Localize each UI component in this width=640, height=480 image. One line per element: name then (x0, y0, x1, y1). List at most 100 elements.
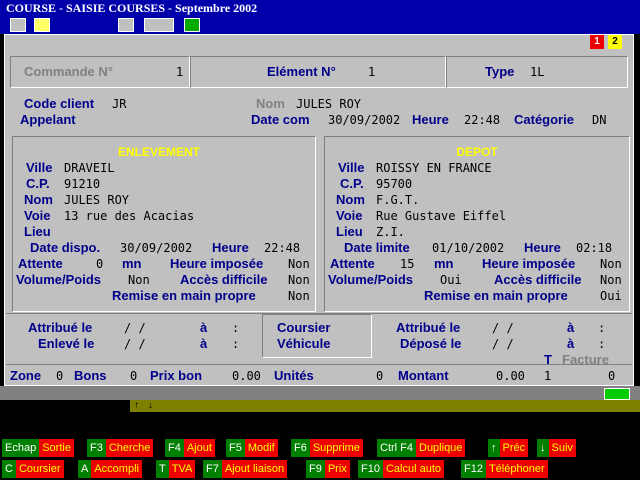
enl-acces-value[interactable]: Non (288, 273, 310, 287)
fkey-préc[interactable]: ↑ Préc (488, 439, 529, 457)
fkey-coursier[interactable]: C Coursier (2, 460, 64, 478)
code-client-value[interactable]: JR (112, 97, 126, 111)
fkey-action: TVA (168, 460, 196, 478)
fkey-prix[interactable]: F9 Prix (306, 460, 350, 478)
fkey-action: Préc (499, 439, 529, 457)
dep-nom-value[interactable]: F.G.T. (376, 193, 419, 207)
element-value[interactable]: 1 (368, 65, 375, 79)
enl-remise-label: Remise en main propre (112, 288, 256, 303)
fkey-cherche[interactable]: F3 Cherche (87, 439, 154, 457)
attribue-date[interactable]: / / (124, 321, 146, 335)
dep-remise-label: Remise en main propre (424, 288, 568, 303)
arrow-down-icon[interactable]: ↓ (148, 400, 153, 411)
prix-bon-value[interactable]: 0.00 (232, 369, 261, 383)
fkey-ajout-liaison[interactable]: F7 Ajout liaison (203, 460, 288, 478)
dep-cp-label: C.P. (340, 176, 364, 191)
facture-label: Facture (562, 352, 609, 367)
enl-voie-value[interactable]: 13 rue des Acacias (64, 209, 194, 223)
fkey-accompli[interactable]: A Accompli (78, 460, 142, 478)
heure-com-value[interactable]: 22:48 (464, 113, 500, 127)
facture-value[interactable]: 0 (608, 369, 615, 383)
fkey-action: Ajout (183, 439, 215, 457)
refresh-icon[interactable] (184, 18, 200, 32)
dep-nom-label: Nom (336, 192, 365, 207)
enl-ville-value[interactable]: DRAVEIL (64, 161, 115, 175)
dep-acces-value[interactable]: Non (600, 273, 622, 287)
attribue2-date[interactable]: / / (492, 321, 514, 335)
fkey-tva[interactable]: T TVA (156, 460, 196, 478)
dep-cp-value[interactable]: 95700 (376, 177, 412, 191)
fkey-calcul-auto[interactable]: F10 Calcul auto (358, 460, 445, 478)
prix-bon-label: Prix bon (150, 368, 203, 383)
enl-attente-value[interactable]: 0 (96, 257, 103, 271)
fkey-action: Coursier (15, 460, 64, 478)
fkey-key: F4 (165, 439, 184, 457)
dep-heure-imposee-value[interactable]: Non (600, 257, 622, 271)
smiley-icon[interactable] (34, 18, 50, 32)
heure-com-label: Heure (412, 112, 449, 127)
fkey-key: F7 (203, 460, 222, 478)
t-value[interactable]: 1 (544, 369, 551, 383)
toolbar (0, 16, 640, 34)
bons-value[interactable]: 0 (130, 369, 137, 383)
print-icon[interactable] (118, 18, 134, 32)
dep-ville-value[interactable]: ROISSY EN FRANCE (376, 161, 492, 175)
enl-volume-value[interactable]: Non (128, 273, 150, 287)
fkey-modif[interactable]: F5 Modif (226, 439, 278, 457)
dep-attente-value[interactable]: 15 (400, 257, 414, 271)
dep-ville-label: Ville (338, 160, 365, 175)
enleve-date[interactable]: / / (124, 337, 146, 351)
fkey-téléphoner[interactable]: F12 Téléphoner (461, 460, 548, 478)
client-nom-value[interactable]: JULES ROY (296, 97, 361, 111)
zone-value[interactable]: 0 (56, 369, 63, 383)
enl-cp-label: C.P. (26, 176, 50, 191)
enleve-time[interactable]: : (232, 337, 239, 351)
fkey-sortie[interactable]: Echap Sortie (2, 439, 74, 457)
enl-remise-value[interactable]: Non (288, 289, 310, 303)
attribue2-time[interactable]: : (598, 321, 605, 335)
fkey-key: Ctrl F4 (377, 439, 416, 457)
commande-value[interactable]: 1 (176, 65, 183, 79)
enl-nom-value[interactable]: JULES ROY (64, 193, 129, 207)
dep-lieu-value[interactable]: Z.I. (376, 225, 405, 239)
fkey-action: Modif (244, 439, 278, 457)
arrow-up-icon[interactable]: ↑ (134, 400, 139, 411)
dep-heure-value[interactable]: 02:18 (576, 241, 612, 255)
attribue-label: Attribué le (28, 320, 93, 335)
table-icon[interactable] (144, 18, 174, 32)
type-value[interactable]: 1L (530, 65, 544, 79)
dep-remise-value[interactable]: Oui (600, 289, 622, 303)
enl-date-value[interactable]: 30/09/2002 (120, 241, 192, 255)
panel-button-1[interactable]: 1 (590, 35, 604, 49)
enl-heure-imposee-label: Heure imposée (170, 256, 264, 271)
attribue-time[interactable]: : (232, 321, 239, 335)
depot-title: DEPOT (456, 145, 498, 159)
depose-date[interactable]: / / (492, 337, 514, 351)
panel-button-2[interactable]: 2 (608, 35, 622, 49)
categorie-value[interactable]: DN (592, 113, 606, 127)
bons-label: Bons (74, 368, 107, 383)
enl-heure-value[interactable]: 22:48 (264, 241, 300, 255)
dep-volume-value[interactable]: Oui (440, 273, 462, 287)
fkey-suiv[interactable]: ↓ Suiv (537, 439, 576, 457)
scroll-bar[interactable]: ↑ ↓ (130, 400, 640, 412)
fkey-duplique[interactable]: Ctrl F4 Duplique (377, 439, 466, 457)
unites-label: Unités (274, 368, 314, 383)
montant-value[interactable]: 0.00 (496, 369, 525, 383)
unites-value[interactable]: 0 (376, 369, 383, 383)
dep-date-value[interactable]: 01/10/2002 (432, 241, 504, 255)
attribue-a-label: à (200, 320, 208, 335)
fkey-supprime[interactable]: F6 Supprime (291, 439, 363, 457)
enl-voie-label: Voie (24, 208, 51, 223)
enl-heure-imposee-value[interactable]: Non (288, 257, 310, 271)
dep-voie-value[interactable]: Rue Gustave Eiffel (376, 209, 506, 223)
date-com-value[interactable]: 30/09/2002 (328, 113, 400, 127)
fkey-ajout[interactable]: F4 Ajout (165, 439, 215, 457)
enl-cp-value[interactable]: 91210 (64, 177, 100, 191)
commande-label: Commande N° (24, 64, 113, 79)
depose-time[interactable]: : (598, 337, 605, 351)
enl-acces-label: Accès difficile (180, 272, 268, 287)
fkey-key: C (2, 460, 16, 478)
app-icon[interactable] (10, 18, 26, 32)
element-label: Elément N° (267, 64, 336, 79)
